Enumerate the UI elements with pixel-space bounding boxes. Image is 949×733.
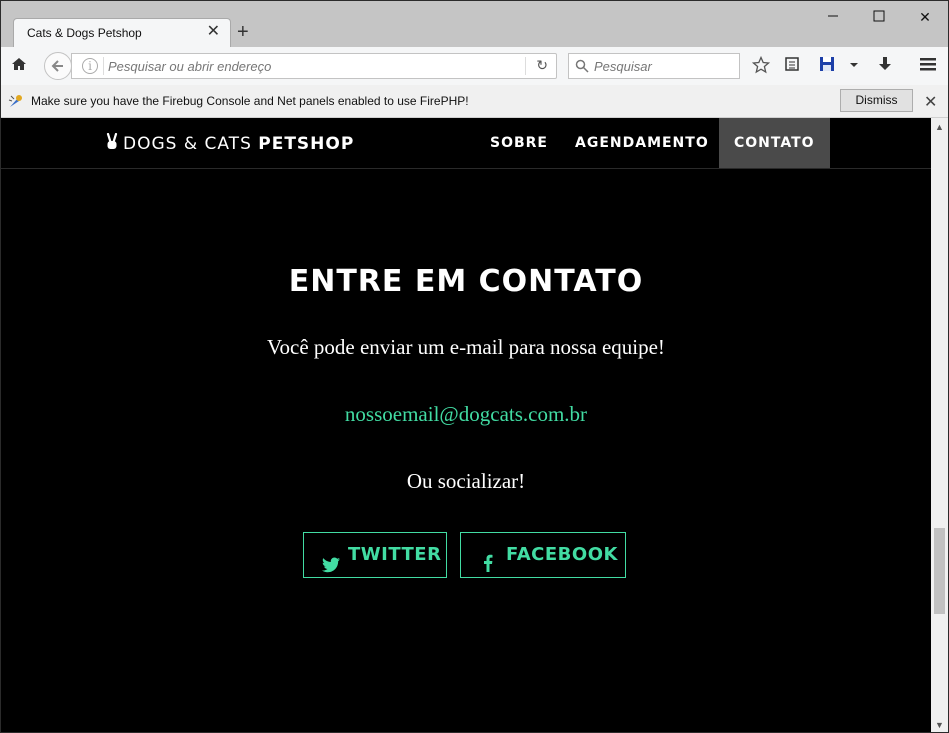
contact-email-link[interactable]: nossoemail@dogcats.com.br (1, 402, 931, 427)
notification-text: Make sure you have the Firebug Console a… (31, 94, 469, 108)
maximize-icon[interactable] (869, 7, 889, 27)
facebook-label: FACEBOOK (506, 544, 618, 565)
site-navbar: DOGS & CATS PETSHOP SOBRE AGENDAMENTO CO… (1, 118, 931, 169)
notification-close-icon[interactable]: ✕ (924, 92, 937, 112)
url-bar[interactable]: i Pesquisar ou abrir endereço ↻ (71, 53, 557, 79)
brand-link[interactable]: DOGS & CATS PETSHOP (105, 132, 355, 156)
home-icon[interactable] (9, 56, 29, 76)
bookmark-star-icon[interactable] (751, 55, 771, 76)
brand-name-bold: PETSHOP (258, 134, 355, 154)
browser-window: Cats & Dogs Petshop ✕ + ✕ i Pesquisar ou… (0, 0, 949, 733)
reader-list-icon[interactable] (782, 56, 802, 76)
twitter-button[interactable]: TWITTER (303, 532, 447, 578)
contact-heading: ENTRE EM CONTATO (288, 264, 644, 299)
back-button[interactable] (44, 52, 72, 80)
divider (525, 57, 526, 75)
tab-title: Cats & Dogs Petshop (27, 26, 142, 40)
nav-toolbar: i Pesquisar ou abrir endereço ↻ Pesquisa… (1, 47, 948, 86)
search-bar[interactable]: Pesquisar (568, 53, 740, 79)
menu-hamburger-icon[interactable] (918, 56, 938, 76)
twitter-bird-icon (322, 546, 340, 590)
brand-name: DOGS & CATS (123, 134, 259, 154)
chevron-down-icon[interactable] (844, 56, 864, 76)
new-tab-icon[interactable]: + (237, 21, 249, 43)
minimize-icon[interactable] (823, 7, 843, 27)
scroll-down-icon[interactable]: ▼ (935, 720, 944, 730)
contact-intro: Você pode enviar um e-mail para nossa eq… (267, 335, 665, 359)
page-viewport: DOGS & CATS PETSHOP SOBRE AGENDAMENTO CO… (1, 118, 931, 732)
reload-icon[interactable]: ↻ (536, 57, 548, 74)
vertical-scrollbar[interactable]: ▲ ▼ (931, 118, 948, 732)
social-text: Ou socializar! (406, 469, 526, 493)
firephp-notification-bar: Make sure you have the Firebug Console a… (1, 85, 948, 118)
nav-contato[interactable]: CONTATO (719, 118, 830, 168)
peace-hand-icon (105, 132, 119, 156)
tab-strip: Cats & Dogs Petshop ✕ + ✕ (1, 1, 948, 48)
save-disk-icon[interactable] (817, 56, 837, 76)
tab-cats-dogs-petshop[interactable]: Cats & Dogs Petshop ✕ (13, 18, 231, 48)
nav-agendamento[interactable]: AGENDAMENTO (575, 118, 709, 168)
info-icon[interactable]: i (82, 58, 98, 74)
tab-close-icon[interactable]: ✕ (207, 24, 220, 40)
window-close-icon[interactable]: ✕ (915, 7, 935, 27)
firebug-icon (8, 93, 24, 109)
facebook-f-icon (483, 545, 493, 589)
scroll-up-icon[interactable]: ▲ (935, 122, 944, 132)
download-icon[interactable] (875, 56, 895, 76)
scrollbar-thumb[interactable] (934, 528, 945, 614)
search-placeholder[interactable]: Pesquisar (594, 59, 652, 74)
dismiss-button[interactable]: Dismiss (840, 89, 913, 112)
facebook-button[interactable]: FACEBOOK (460, 532, 626, 578)
divider (103, 57, 104, 75)
twitter-label: TWITTER (348, 544, 442, 565)
nav-sobre[interactable]: SOBRE (490, 118, 548, 168)
search-icon (575, 59, 589, 78)
url-placeholder[interactable]: Pesquisar ou abrir endereço (108, 59, 271, 74)
